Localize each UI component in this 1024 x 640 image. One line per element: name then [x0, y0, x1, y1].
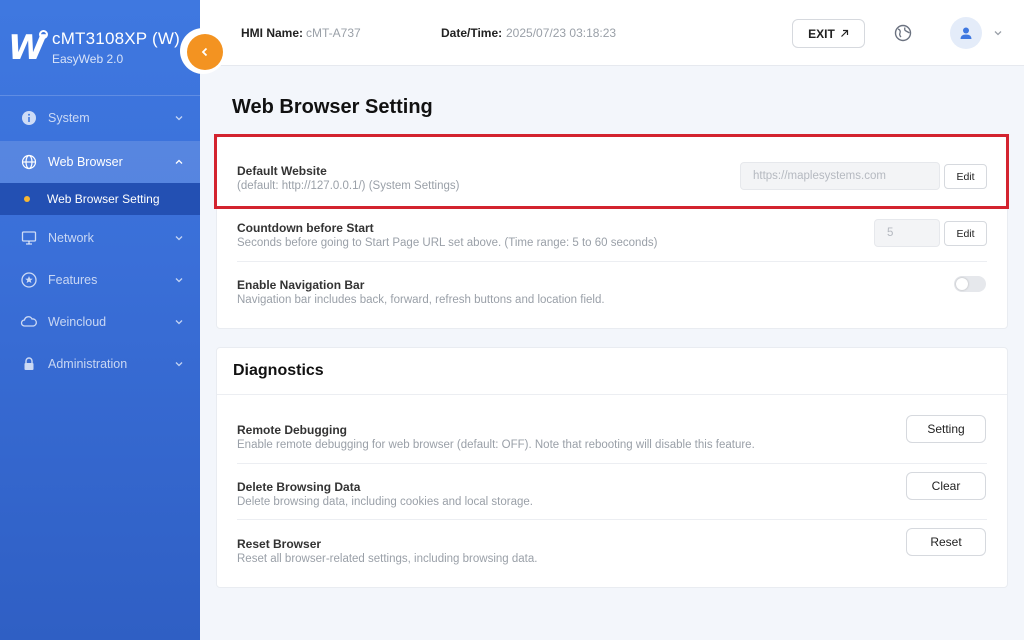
row-divider: [237, 463, 987, 464]
monitor-icon: [20, 229, 38, 247]
chevron-down-icon: [175, 116, 183, 121]
remote-debugging-title: Remote Debugging: [237, 423, 347, 437]
section-divider: [217, 394, 1007, 395]
chevron-down-icon: [175, 320, 183, 325]
chevron-down-icon: [175, 362, 183, 367]
reset-browser-desc: Reset all browser-related settings, incl…: [237, 553, 538, 565]
datetime-label: Date/Time:: [441, 26, 503, 40]
globe-icon: [20, 153, 38, 171]
app-version: EasyWeb 2.0: [52, 52, 124, 66]
diagnostics-card: [216, 347, 1008, 588]
countdown-edit-button[interactable]: Edit: [944, 221, 987, 246]
sidebar-nav: System Web Browser Web Browser Setting N…: [0, 97, 200, 385]
hmi-name-label: HMI Name:: [241, 26, 304, 40]
sidebar-item-weincloud[interactable]: Weincloud: [0, 301, 200, 343]
nav-bar-toggle[interactable]: [954, 276, 986, 292]
countdown-title: Countdown before Start: [237, 221, 374, 235]
chevron-down-icon: [175, 278, 183, 283]
cloud-icon: [20, 313, 38, 331]
device-name: cMT3108XP (W): [52, 29, 180, 48]
sidebar-item-network[interactable]: Network: [0, 217, 200, 259]
highlight-box: [214, 134, 1009, 209]
language-globe-icon[interactable]: [894, 24, 912, 42]
delete-browsing-data-desc: Delete browsing data, including cookies …: [237, 496, 533, 508]
diagnostics-title: Diagnostics: [233, 362, 324, 379]
clear-button[interactable]: Clear: [906, 472, 986, 500]
external-arrow-icon: [840, 29, 848, 37]
user-menu-chevron-icon[interactable]: [993, 28, 1003, 38]
countdown-input[interactable]: 5: [874, 219, 940, 247]
reset-button[interactable]: Reset: [906, 528, 986, 556]
top-header: HMI Name: cMT-A737 Date/Time: 2025/07/23…: [200, 0, 1024, 66]
datetime-value: 2025/07/23 03:18:23: [506, 26, 617, 40]
sidebar-item-system[interactable]: System: [0, 97, 200, 139]
lock-icon: [20, 355, 38, 373]
user-icon: [960, 27, 972, 39]
remote-debugging-setting-button[interactable]: Setting: [906, 415, 986, 443]
sidebar-item-web-browser[interactable]: Web Browser: [0, 141, 200, 183]
row-divider: [237, 261, 987, 262]
collapse-sidebar-button[interactable]: [187, 34, 223, 70]
sidebar-subitem-web-browser-setting[interactable]: Web Browser Setting: [0, 183, 200, 215]
info-icon: [20, 109, 38, 127]
sidebar-item-administration[interactable]: Administration: [0, 343, 200, 385]
reset-browser-title: Reset Browser: [237, 537, 322, 551]
row-divider: [237, 519, 987, 520]
user-avatar[interactable]: [950, 17, 982, 49]
delete-browsing-data-title: Delete Browsing Data: [237, 480, 361, 494]
remote-debugging-desc: Enable remote debugging for web browser …: [237, 439, 755, 451]
nav-bar-desc: Navigation bar includes back, forward, r…: [237, 294, 605, 306]
countdown-desc: Seconds before going to Start Page URL s…: [237, 237, 658, 249]
exit-button[interactable]: EXIT: [792, 19, 865, 48]
sidebar-item-features[interactable]: Features: [0, 259, 200, 301]
chevron-up-icon: [175, 159, 183, 164]
page-title: Web Browser Setting: [232, 96, 433, 118]
star-icon: [20, 271, 38, 289]
chevron-down-icon: [175, 236, 183, 241]
weintek-logo: W: [8, 28, 48, 68]
chevron-left-icon: [201, 47, 208, 57]
hmi-name-value: cMT-A737: [306, 26, 361, 40]
nav-bar-title: Enable Navigation Bar: [237, 278, 365, 292]
brand: W cMT3108XP (W) EasyWeb 2.0: [0, 0, 200, 96]
sidebar: W cMT3108XP (W) EasyWeb 2.0 System Web B…: [0, 0, 200, 640]
active-dot: [24, 196, 30, 202]
